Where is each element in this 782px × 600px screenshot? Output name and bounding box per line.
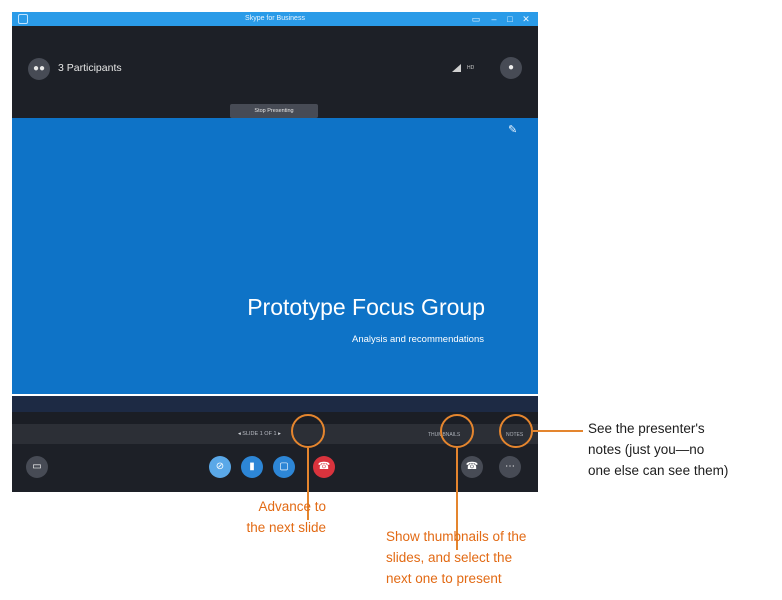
mic-icon: ▮ <box>249 461 255 472</box>
callout-line: next one to present <box>386 571 502 586</box>
maximize-button[interactable]: □ <box>504 13 516 25</box>
callout-line: notes (just you—no <box>588 442 705 457</box>
callout-line: Show thumbnails of the <box>386 529 527 544</box>
more-icon: ⋯ <box>505 461 515 472</box>
hang-up-button[interactable]: ☎ <box>313 456 335 478</box>
slide-control-strip <box>12 396 538 412</box>
mic-button[interactable]: ▮ <box>241 456 263 478</box>
next-slide-callout: Advance to the next slide <box>186 496 326 538</box>
pen-icon[interactable]: ✎ <box>508 124 520 136</box>
phone-icon: ☎ <box>465 461 479 472</box>
notes-callout: See the presenter's notes (just you—no o… <box>588 418 782 481</box>
callout-line: Advance to <box>258 499 326 514</box>
call-controls-button[interactable]: ☎ <box>461 456 483 478</box>
notes-highlight <box>499 414 533 448</box>
next-slide-icon[interactable]: ▸ <box>278 431 281 437</box>
participants-count[interactable]: 3 Participants <box>58 62 122 74</box>
signal-icon <box>452 64 461 72</box>
present-icon: ▢ <box>279 461 289 472</box>
slide-counter: SLIDE 1 OF 1 <box>242 431 277 437</box>
callout-line: the next slide <box>246 520 326 535</box>
call-controls-bar: ▭ ⊘ ▮ ▢ ☎ ☎ ⋯ <box>12 444 538 492</box>
present-button[interactable]: ▢ <box>273 456 295 478</box>
thumbnails-highlight <box>440 414 474 448</box>
video-button[interactable]: ⊘ <box>209 456 231 478</box>
close-button[interactable]: ✕ <box>520 13 532 25</box>
callout-line: one else can see them) <box>588 463 729 478</box>
chat-button[interactable]: ▭ <box>26 456 48 478</box>
people-icon[interactable]: ●● <box>28 58 50 80</box>
slide-subtitle: Analysis and recommendations <box>351 334 484 345</box>
stop-presenting-button[interactable]: Stop Presenting <box>230 104 318 118</box>
minimize-button[interactable]: – <box>488 13 500 25</box>
thumbnails-callout: Show thumbnails of the slides, and selec… <box>386 526 586 589</box>
hangup-icon: ☎ <box>317 461 331 472</box>
callout-line: slides, and select the <box>386 550 513 565</box>
callout-line: See the presenter's <box>588 421 705 436</box>
more-options-button[interactable]: ⋯ <box>499 456 521 478</box>
participant-list-button[interactable]: ● <box>500 57 522 79</box>
presentation-slide: ✎ Prototype Focus Group Analysis and rec… <box>12 118 538 406</box>
chat-icon: ▭ <box>32 461 42 472</box>
video-off-icon: ⊘ <box>215 461 225 472</box>
window-title: Skype for Business <box>245 15 305 22</box>
hd-badge: HD <box>467 65 475 71</box>
restore-icon[interactable]: ▭ <box>470 13 482 25</box>
slide-navigator: ◂ SLIDE 1 OF 1 ▸ <box>238 431 281 437</box>
slide-title: Prototype Focus Group <box>247 294 485 320</box>
notes-leader <box>533 430 583 432</box>
next-slide-highlight <box>291 414 325 448</box>
previous-slide-icon[interactable]: ◂ <box>238 431 241 437</box>
meeting-header: ●● 3 Participants HD ● Stop Presenting <box>12 26 538 118</box>
title-bar: Skype for Business ▭ – □ ✕ <box>12 12 538 26</box>
